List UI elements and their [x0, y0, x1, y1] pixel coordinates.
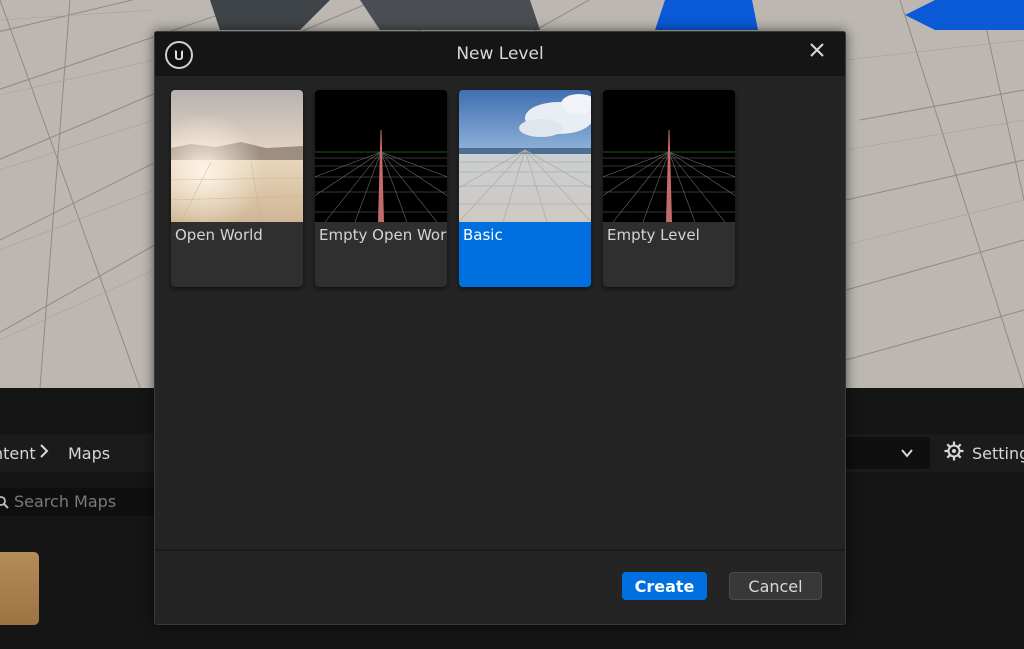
template-tile-open-world[interactable]: Open World [171, 90, 303, 287]
cancel-button[interactable]: Cancel [729, 572, 822, 600]
template-label: Empty Open World [319, 226, 447, 244]
template-label: Empty Level [607, 226, 700, 244]
settings-label: Settings [972, 443, 1024, 463]
asset-thumbnail[interactable] [0, 552, 39, 625]
gear-icon [944, 441, 964, 465]
breadcrumb-item-content[interactable]: Content [0, 444, 64, 463]
chevron-right-icon [38, 443, 50, 463]
blue-cube [655, 0, 758, 30]
open-world-thumbnail [171, 90, 303, 222]
new-level-dialog: New Level Open World Empty Open World Ba… [154, 31, 846, 625]
template-label: Basic [463, 226, 503, 244]
template-tile-empty-open-world[interactable]: Empty Open World [315, 90, 447, 287]
empty-open-world-thumbnail [315, 90, 447, 222]
template-label: Open World [175, 226, 263, 244]
close-icon [809, 42, 825, 62]
template-tile-basic[interactable]: Basic [459, 90, 591, 287]
dialog-title-bar[interactable]: New Level [155, 32, 845, 76]
dialog-title: New Level [456, 44, 544, 64]
settings-button[interactable]: Settings [944, 441, 1024, 465]
template-tile-empty-level[interactable]: Empty Level [603, 90, 735, 287]
search-placeholder: Search Maps [14, 492, 117, 511]
path-dropdown[interactable] [846, 437, 930, 469]
empty-level-thumbnail [603, 90, 735, 222]
create-button[interactable]: Create [622, 572, 707, 600]
search-icon [0, 495, 10, 514]
breadcrumb-item-maps[interactable]: Maps [68, 444, 110, 463]
breadcrumb-label: Content [0, 444, 36, 463]
gray-block [360, 0, 540, 30]
search-input[interactable]: Search Maps [0, 488, 158, 516]
close-button[interactable] [803, 38, 831, 66]
basic-thumbnail [459, 90, 591, 222]
chevron-down-icon [900, 445, 914, 464]
footer-divider [155, 549, 845, 551]
